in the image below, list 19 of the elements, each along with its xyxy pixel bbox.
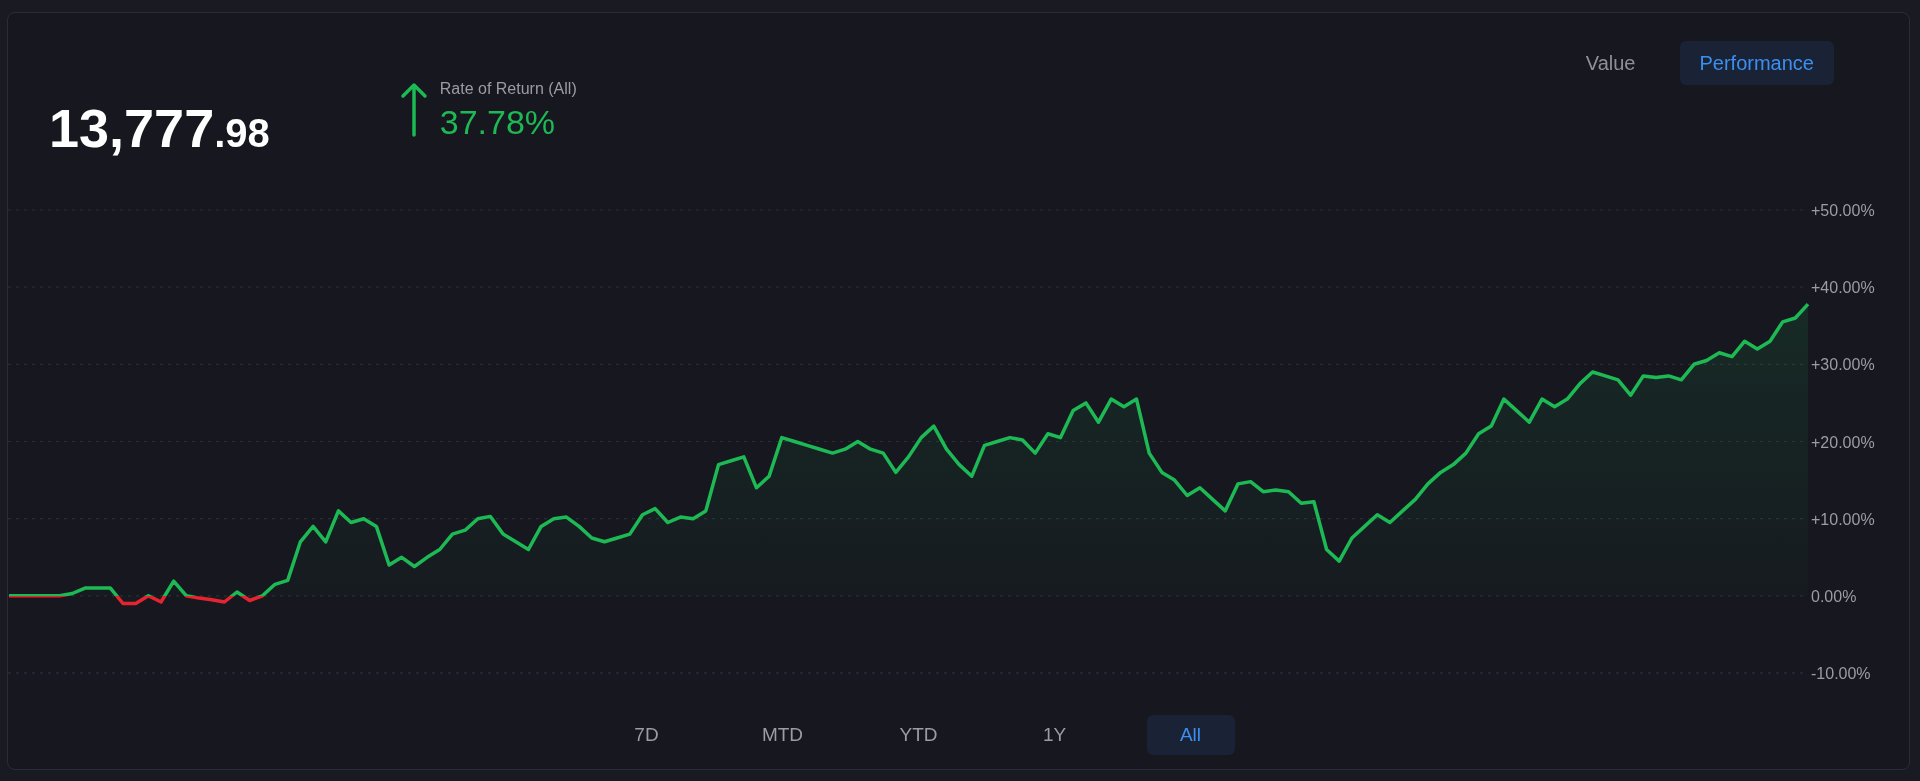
axis-tick-label: 0.00%	[1811, 587, 1857, 605]
rate-of-return-value: 37.78%	[439, 102, 557, 143]
range-tab[interactable]: 1Y	[1010, 715, 1099, 755]
range-tab[interactable]: YTD	[874, 715, 963, 755]
range-tab[interactable]: 7D	[602, 715, 691, 755]
balance-decimal: .98	[214, 113, 270, 153]
axis-tick-label: +40.00%	[1811, 279, 1875, 297]
balance-integer: 13,777	[49, 101, 215, 155]
axis-tick-label: +10.00%	[1811, 510, 1875, 528]
axis-tick-label: -10.00%	[1811, 665, 1871, 682]
view-toggle-tab[interactable]: Performance	[1679, 41, 1834, 85]
view-toggle-tab[interactable]: Value	[1565, 41, 1656, 85]
up-arrow-icon	[399, 81, 428, 137]
axis-tick-label: +50.00%	[1811, 202, 1875, 219]
range-tab[interactable]: MTD	[738, 715, 827, 755]
rate-of-return-label: Rate of Return (All)	[439, 79, 577, 99]
range-tab[interactable]: All	[1146, 715, 1235, 755]
axis-tick-label: +30.00%	[1811, 356, 1875, 374]
axis-tick-label: +20.00%	[1811, 433, 1875, 451]
